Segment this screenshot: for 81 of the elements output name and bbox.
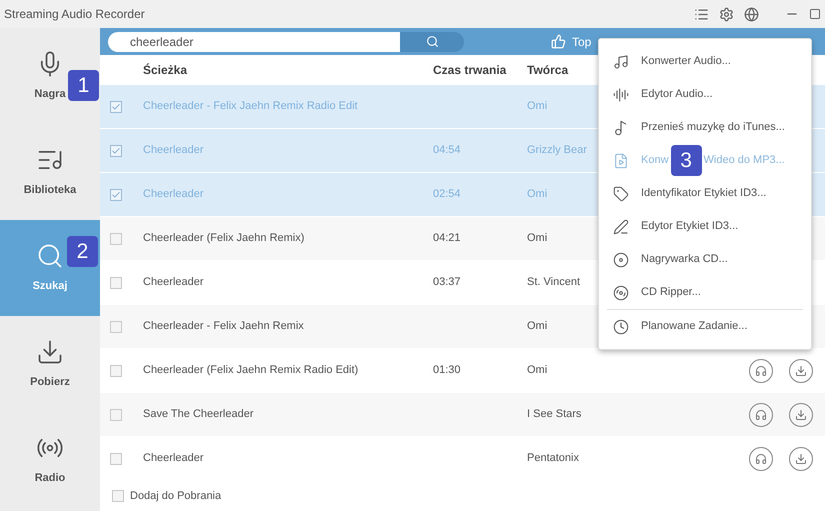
menu-item-icon: [613, 54, 629, 70]
add-to-downloads-label[interactable]: Dodaj do Pobrania: [130, 488, 222, 504]
artist: I See Stars: [527, 407, 582, 422]
headphones-icon: [755, 408, 767, 420]
listen-button[interactable]: [749, 446, 773, 470]
track-title: Cheerleader: [143, 187, 205, 202]
track-title: Cheerleader: [143, 143, 205, 158]
artist: St. Vincent: [527, 275, 581, 290]
artist: Omi: [527, 99, 548, 114]
menu-item-icon: [613, 86, 629, 102]
artist: Pentatonix: [527, 451, 580, 466]
sidebar-icon: [36, 242, 64, 270]
artist: Omi: [527, 187, 548, 202]
menu-item-icon: [613, 186, 629, 202]
sidebar-icon: [36, 338, 64, 366]
checkbox[interactable]: [110, 276, 122, 288]
list-icon[interactable]: [694, 6, 709, 22]
duration: 01:30: [433, 363, 462, 378]
settings-icon[interactable]: [719, 6, 734, 22]
duration: 04:21: [433, 231, 462, 246]
sidebar-item[interactable]: Szukaj 2: [0, 220, 100, 316]
annotation-badge: 3: [670, 145, 702, 176]
checkbox[interactable]: [112, 490, 124, 502]
menu-item-icon: [613, 284, 629, 300]
menu-item-icon: [613, 152, 629, 168]
window-title: Streaming Audio Recorder: [4, 6, 145, 23]
column-header: Twórca: [527, 62, 568, 79]
duration: 02:54: [433, 187, 462, 202]
menu-item-icon: [613, 252, 629, 268]
menu-item-icon: [613, 218, 629, 234]
artist: Omi: [527, 363, 548, 378]
checkbox[interactable]: [110, 188, 122, 200]
duration: 04:54: [433, 143, 462, 158]
download-icon: [795, 452, 807, 464]
search-field[interactable]: cheerleader: [108, 32, 400, 52]
checkbox[interactable]: [110, 364, 122, 376]
track-title: Cheerleader (Felix Jaehn Remix): [143, 231, 306, 246]
menu-item[interactable]: Planowane Zadanie...: [599, 310, 811, 343]
globe-icon[interactable]: [744, 6, 759, 22]
annotation-badge: 2: [67, 236, 98, 267]
artist: Omi: [527, 319, 548, 334]
menu-item[interactable]: Identyfikator Etykiet ID3...: [599, 177, 811, 210]
download-button[interactable]: [789, 402, 813, 426]
listen-button[interactable]: [749, 358, 773, 382]
checkbox[interactable]: [110, 100, 122, 112]
download-button[interactable]: [789, 446, 813, 470]
menu-item-icon: [613, 120, 629, 136]
sidebar-item[interactable]: Radio: [0, 412, 100, 508]
track-title: Cheerleader - Felix Jaehn Remix Radio Edit: [143, 99, 359, 114]
annotation-badge: 1: [68, 70, 99, 101]
column-header: Czas trwania: [433, 62, 508, 79]
search-button[interactable]: [400, 32, 464, 52]
artist: Grizzly Bear: [527, 143, 588, 158]
download-button[interactable]: [789, 358, 813, 382]
menu-item-icon: [613, 318, 629, 334]
maximize-icon[interactable]: [809, 8, 821, 20]
sidebar-item[interactable]: Nagra 1: [0, 28, 100, 124]
track-title: Cheerleader - Felix Jaehn Remix: [143, 319, 305, 334]
listen-button[interactable]: [749, 402, 773, 426]
headphones-icon: [755, 364, 767, 376]
thumbs-up-icon[interactable]: [551, 34, 566, 49]
sidebar-item[interactable]: Biblioteka: [0, 124, 100, 220]
download-icon: [795, 364, 807, 376]
headphones-icon: [755, 452, 767, 464]
sidebar-item[interactable]: Pobierz: [0, 316, 100, 412]
checkbox[interactable]: [110, 144, 122, 156]
checkbox[interactable]: [110, 232, 122, 244]
track-title: Cheerleader: [143, 451, 205, 466]
track-title: Cheerleader: [143, 275, 205, 290]
track-title: Save The Cheerleader: [143, 407, 254, 422]
duration: 03:37: [433, 275, 462, 290]
checkbox[interactable]: [110, 320, 122, 332]
column-header: Ścieżka: [143, 62, 188, 79]
artist: Omi: [527, 231, 548, 246]
checkbox[interactable]: [110, 452, 122, 464]
track-title: Cheerleader (Felix Jaehn Remix Radio Edit): [143, 363, 360, 378]
menu-item[interactable]: Konwerter Audio...: [599, 45, 811, 78]
checkbox[interactable]: [110, 408, 122, 420]
table-row[interactable]: Save The Cheerleader I See Stars: [100, 393, 825, 437]
search-icon: [426, 35, 438, 48]
download-icon: [795, 408, 807, 420]
